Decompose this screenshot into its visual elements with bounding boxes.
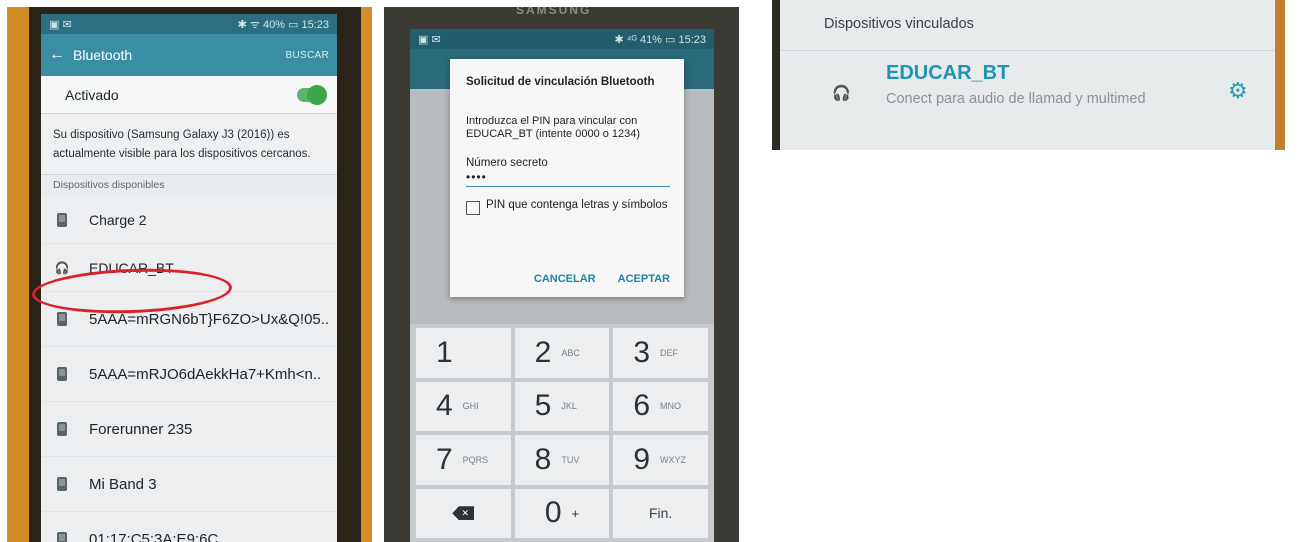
key-2[interactable]: 2 ABC xyxy=(514,328,610,378)
phone-icon xyxy=(57,312,67,326)
cancel-button[interactable]: CANCELAR xyxy=(534,273,596,285)
status-indicators: ✱ ᯤ 40% ▭ 15:23 xyxy=(237,18,329,31)
key-letters: ABC xyxy=(561,347,580,358)
pairing-request-dialog: Solicitud de vinculación Bluetooth Intro… xyxy=(450,59,684,297)
dialog-message: Introduzca el PIN para vincular con EDUC… xyxy=(466,115,641,140)
photo-pairing-dialog: SAMSUNG ▣ ✉ ✱ ⁴ᴳ 41% ▭ 15:23 Solicitud d… xyxy=(384,7,739,542)
backspace-icon: ✕ xyxy=(452,506,475,521)
notification-icons: ▣ ✉ xyxy=(49,18,72,31)
divider xyxy=(780,50,1275,51)
bluetooth-toggle[interactable] xyxy=(297,84,327,105)
pin-input[interactable]: •••• xyxy=(466,171,670,187)
phone-icon xyxy=(57,212,67,227)
key-1[interactable]: 1 xyxy=(416,328,511,378)
status-indicators: ✱ ⁴ᴳ 41% ▭ 15:23 xyxy=(614,33,706,46)
headset-icon: 🎧 xyxy=(832,85,851,102)
switch-label: Activado xyxy=(65,86,119,103)
app-bar: ← Bluetooth BUSCAR xyxy=(41,34,337,76)
device-name: Mi Band 3 xyxy=(89,475,157,493)
key-digit: 6 xyxy=(633,389,650,423)
phone-icon xyxy=(57,422,67,436)
section-header-available: Dispositivos disponibles xyxy=(41,174,337,196)
done-key[interactable]: Fin. xyxy=(613,488,708,538)
status-bar: ▣ ✉ ✱ ᯤ 40% ▭ 15:23 xyxy=(41,14,337,34)
photo-paired-devices: Dispositivos vinculados 🎧 EDUCAR_BT Cone… xyxy=(772,0,1285,150)
device-item[interactable]: 01:17:C5:3A:E9:6C xyxy=(41,512,337,542)
dialog-title: Solicitud de vinculación Bluetooth xyxy=(466,76,655,88)
dialog-buttons: CANCELAR ACEPTAR xyxy=(534,273,670,285)
visibility-info-text: Su dispositivo (Samsung Galaxy J3 (2016)… xyxy=(41,114,337,174)
key-letters: PQRS xyxy=(462,454,489,465)
key-letters: JKL xyxy=(561,401,577,412)
key-0[interactable]: 0 + xyxy=(514,488,610,538)
paired-device-description: Conect para audio de llamad y multimed xyxy=(886,91,1146,107)
key-letters: WXYZ xyxy=(660,454,686,465)
notification-icons: ▣ ✉ xyxy=(418,33,441,46)
page-title: Bluetooth xyxy=(73,47,133,63)
key-7[interactable]: 7 PQRS xyxy=(416,435,511,485)
accept-button[interactable]: ACEPTAR xyxy=(618,273,670,285)
key-letters: + xyxy=(571,505,580,521)
back-arrow-icon[interactable]: ← xyxy=(49,46,65,64)
key-letters: GHI xyxy=(462,401,479,412)
checkbox-label: PIN que contenga letras y símbolos xyxy=(486,199,668,211)
key-letters: MNO xyxy=(660,401,681,412)
device-name: 01:17:C5:3A:E9:6C xyxy=(89,530,219,542)
key-9[interactable]: 9 WXYZ xyxy=(613,435,708,485)
photo-bluetooth-list: ▣ ✉ ✱ ᯤ 40% ▭ 15:23 ← Bluetooth BUSCAR A… xyxy=(7,7,372,542)
key-4[interactable]: 4 GHI xyxy=(416,381,511,431)
device-name: Forerunner 235 xyxy=(89,420,193,438)
headset-icon: 🎧 xyxy=(54,260,70,275)
search-devices-button[interactable]: BUSCAR xyxy=(286,50,329,61)
key-6[interactable]: 6 MNO xyxy=(613,381,708,431)
phone-icon xyxy=(57,367,67,381)
pin-field-label: Número secreto xyxy=(466,157,548,169)
numeric-keypad: 1 2 ABC 3 DEF 4 GHI 5 JKL 6 MNO 7 PQRS 8 TUV 9W… xyxy=(410,324,714,542)
alphanumeric-pin-checkbox-row[interactable]: PIN que contenga letras y símbolos xyxy=(466,199,670,223)
phone-icon xyxy=(57,477,67,491)
key-3[interactable]: 3 DEF xyxy=(613,328,708,378)
key-digit: 0 xyxy=(544,496,562,530)
checkbox[interactable] xyxy=(466,201,480,215)
gear-icon[interactable]: ⚙ xyxy=(1228,78,1248,104)
background-edge xyxy=(1275,0,1285,150)
key-digit: 9 xyxy=(633,442,650,476)
key-digit: 1 xyxy=(435,335,453,369)
device-name: Charge 2 xyxy=(89,211,147,228)
status-bar: ▣ ✉ ✱ ⁴ᴳ 41% ▭ 15:23 xyxy=(410,29,714,49)
bluetooth-switch-row[interactable]: Activado xyxy=(41,76,337,114)
backspace-key[interactable]: ✕ xyxy=(416,488,511,538)
phone-frame-edge xyxy=(772,0,780,150)
device-name: 5AAA=mRJO6dAekkHa7+Kmh<n.. xyxy=(89,365,322,383)
key-digit: 7 xyxy=(435,442,453,476)
key-letters: DEF xyxy=(660,347,678,358)
key-digit: 4 xyxy=(435,389,453,423)
device-item[interactable]: Charge 2 xyxy=(41,196,337,244)
brand-logo: SAMSUNG xyxy=(516,7,592,17)
key-8[interactable]: 8 TUV xyxy=(514,435,610,485)
key-digit: 3 xyxy=(633,335,650,369)
pairing-screen: ▣ ✉ ✱ ⁴ᴳ 41% ▭ 15:23 Solicitud de vincul… xyxy=(410,29,714,542)
key-digit: 2 xyxy=(534,335,552,369)
key-5[interactable]: 5 JKL xyxy=(514,381,610,431)
key-digit: 8 xyxy=(534,442,552,476)
key-digit: 5 xyxy=(534,389,552,423)
section-header-paired: Dispositivos vinculados xyxy=(824,16,974,32)
phone-icon xyxy=(57,532,67,542)
device-item[interactable]: Mi Band 3 xyxy=(41,457,337,512)
device-item[interactable]: Forerunner 235 xyxy=(41,402,337,457)
device-item[interactable]: 5AAA=mRJO6dAekkHa7+Kmh<n.. xyxy=(41,347,337,402)
key-letters: TUV xyxy=(561,454,580,465)
paired-device-name[interactable]: EDUCAR_BT xyxy=(886,62,1009,85)
